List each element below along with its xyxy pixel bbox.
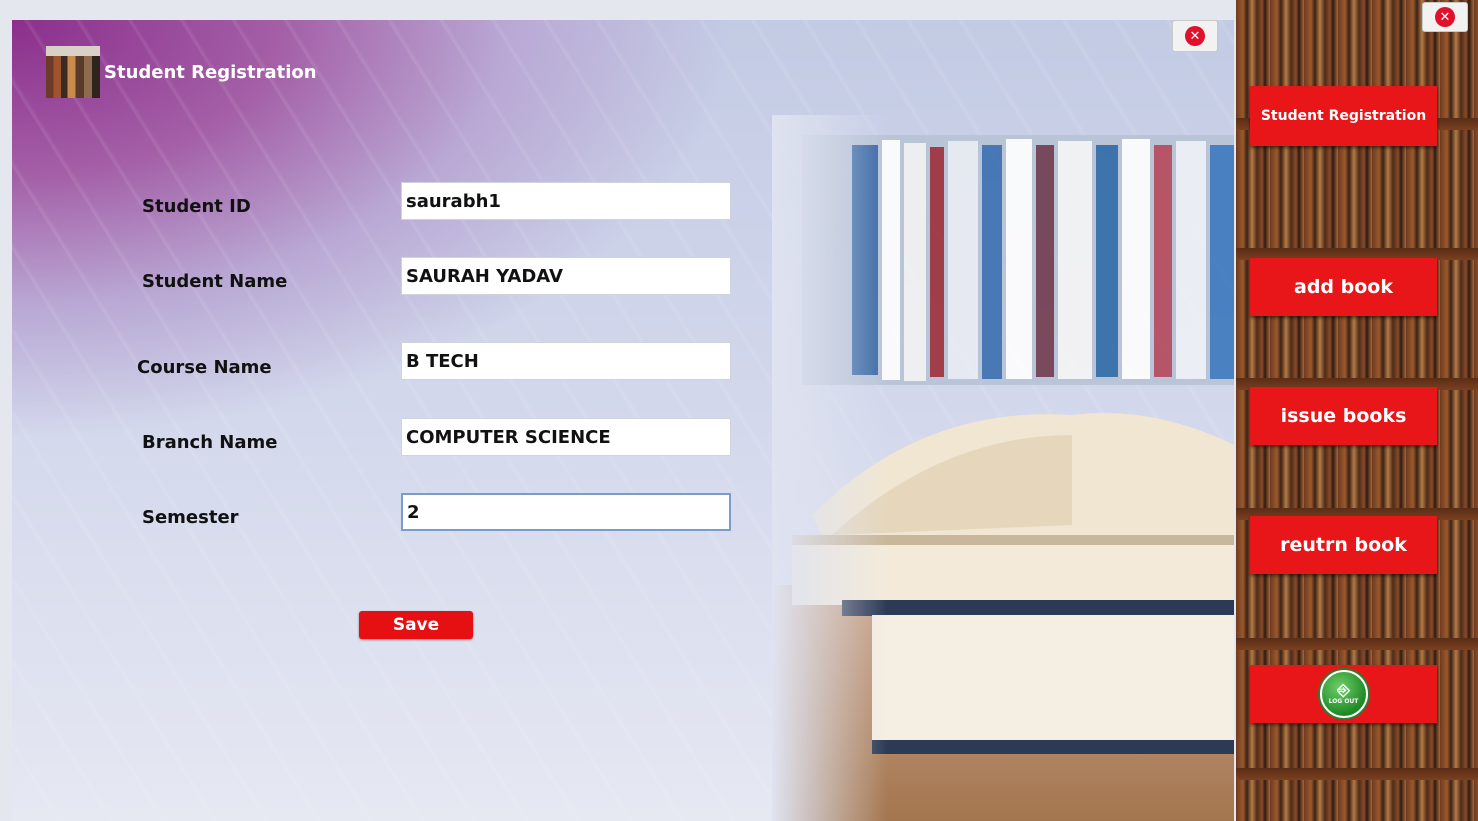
add-book-button-label: add book [1294,276,1393,298]
student-id-input[interactable] [401,182,731,220]
registration-panel: Student Registration Student ID Student … [12,20,1234,821]
save-button[interactable]: Save [359,611,473,639]
semester-input[interactable] [401,493,731,531]
sidebar-close-button[interactable]: ✕ [1422,2,1468,32]
window-close-button[interactable]: ✕ [1172,20,1218,52]
logout-icon: ⎆ LOG OUT [1319,670,1368,718]
sidebar-navigation: ✕ Student Registration add book issue bo… [1236,0,1478,821]
return-book-button-label: reutrn book [1280,534,1407,556]
student-name-input[interactable] [401,257,731,295]
issue-books-button-label: issue books [1280,405,1407,427]
logout-text: LOG OUT [1328,698,1359,705]
close-icon: ✕ [1185,26,1205,46]
student-id-label: Student ID [142,196,251,217]
issue-books-button[interactable]: issue books [1250,387,1437,445]
logout-symbol: ⎆ [1337,680,1350,699]
return-book-button[interactable]: reutrn book [1250,516,1437,574]
close-icon: ✕ [1435,7,1455,27]
branch-name-label: Branch Name [142,432,278,453]
semester-label: Semester [142,507,239,528]
library-logo-icon [46,46,100,98]
logout-button[interactable]: ⎆ LOG OUT [1250,665,1437,723]
course-name-label: Course Name [137,357,272,378]
student-name-label: Student Name [142,271,288,292]
branch-name-input[interactable] [401,418,731,456]
page-title: Student Registration [104,62,317,83]
student-registration-button[interactable]: Student Registration [1250,86,1437,146]
add-book-button[interactable]: add book [1250,258,1437,316]
student-registration-button-label: Student Registration [1260,108,1427,124]
course-name-input[interactable] [401,342,731,380]
books-background-image [772,115,1234,821]
